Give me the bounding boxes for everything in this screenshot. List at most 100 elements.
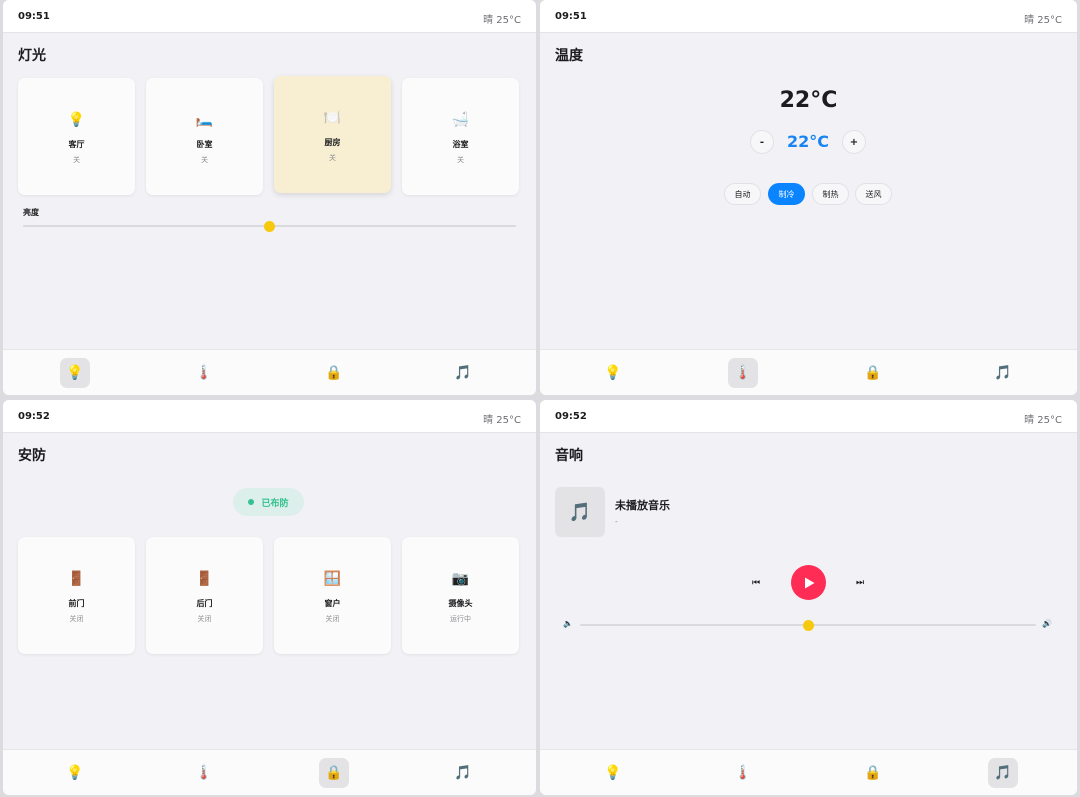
room-state: 关 [201,156,208,164]
room-name: 浴室 [452,140,469,149]
tab-music[interactable]: 🎵 [988,758,1018,788]
device-state: 关闭 [197,615,212,623]
clock: 09:52 [555,411,587,422]
mode-auto-button[interactable]: 自动 [724,183,761,205]
room-name: 客厅 [68,140,85,149]
tab-temperature[interactable]: 🌡️ [728,758,758,788]
device-name: 后门 [196,599,213,608]
armed-status-text: 已布防 [261,498,289,509]
thermometer-icon: 🌡️ [195,365,213,381]
mode-cool-button[interactable]: 制冷 [768,183,805,205]
album-cover: 🎵 [555,487,605,537]
room-state: 关 [329,154,336,162]
music-note-icon: 🎵 [454,365,472,381]
camera-icon: 📷 [451,571,470,587]
brightness-slider[interactable] [23,220,516,232]
tab-temperature[interactable]: 🌡️ [189,758,219,788]
device-card-back-door[interactable]: 🚪 后门 关闭 [146,537,263,654]
plate-icon: 🍽️ [323,110,342,126]
room-name: 卧室 [196,140,213,149]
tab-lights[interactable]: 💡 [598,758,628,788]
device-state: 关闭 [69,615,84,623]
light-card-bathroom[interactable]: 🛁 浴室 关 [402,78,519,195]
device-name: 前门 [68,599,85,608]
music-note-icon: 🎵 [454,765,472,781]
room-name: 厨房 [324,138,341,147]
tab-lights[interactable]: 💡 [60,758,90,788]
tab-security[interactable]: 🔒 [319,358,349,388]
lights-screen: 09:51 晴 25°C 灯光 💡 客厅 关 🛏️ 卧室 关 🍽️ 厨房 关 🛁… [3,0,536,395]
clock: 09:51 [555,11,587,22]
mode-fan-button[interactable]: 送风 [855,183,892,205]
tab-security[interactable]: 🔒 [858,358,888,388]
thermometer-icon: 🌡️ [734,765,752,781]
bottom-tab-bar: 💡 🌡️ 🔒 🎵 [540,349,1077,395]
bulb-icon: 💡 [604,365,622,381]
decrease-temp-button[interactable]: - [750,130,774,154]
previous-track-button[interactable]: ⏮ [746,575,766,591]
page-title: 安防 [18,448,46,464]
bulb-icon: 💡 [66,765,84,781]
music-note-icon: 🎵 [568,501,592,523]
thermometer-icon: 🌡️ [195,765,213,781]
brightness-slider-thumb[interactable] [264,220,275,232]
lock-icon: 🔒 [864,365,882,381]
tab-security[interactable]: 🔒 [319,758,349,788]
light-card-bedroom[interactable]: 🛏️ 卧室 关 [146,78,263,195]
device-name: 摄像头 [448,599,473,608]
weather-readout: 晴 25°C [483,415,521,426]
page-title: 音响 [555,448,583,464]
play-button[interactable] [791,565,826,600]
device-card-window[interactable]: 🪟 窗户 关闭 [274,537,391,654]
song-artist: - [615,517,618,526]
weather-readout: 晴 25°C [1024,15,1062,26]
lock-icon: 🔒 [325,765,343,781]
bottom-tab-bar: 💡 🌡️ 🔒 🎵 [3,749,536,795]
volume-slider[interactable] [580,619,1036,631]
volume-high-icon: 🔊 [1042,619,1052,628]
temperature-screen: 09:51 晴 25°C 温度 22°C - 22°C + 自动 制冷 制热 送… [540,0,1077,395]
status-bar: 09:51 晴 25°C [540,0,1077,33]
security-screen: 09:52 晴 25°C 安防 已布防 🚪 前门 关闭 🚪 后门 关闭 🪟 窗户… [3,400,536,795]
bottom-tab-bar: 💡 🌡️ 🔒 🎵 [540,749,1077,795]
weather-readout: 晴 25°C [483,15,521,26]
device-state: 关闭 [325,615,340,623]
volume-slider-thumb[interactable] [802,619,814,631]
tab-lights[interactable]: 💡 [598,358,628,388]
room-state: 关 [457,156,464,164]
bulb-icon: 💡 [604,765,622,781]
light-card-kitchen[interactable]: 🍽️ 厨房 关 [274,76,391,193]
tab-temperature[interactable]: 🌡️ [189,358,219,388]
window-icon: 🪟 [323,571,342,587]
status-dot-icon [248,499,255,505]
bulb-icon: 💡 [66,365,84,381]
mode-heat-button[interactable]: 制热 [812,183,849,205]
device-state: 运行中 [450,615,471,623]
page-title: 温度 [555,48,583,64]
lock-icon: 🔒 [325,365,343,381]
device-card-front-door[interactable]: 🚪 前门 关闭 [18,537,135,654]
increase-temp-button[interactable]: + [842,130,866,154]
light-card-living-room[interactable]: 💡 客厅 关 [18,78,135,195]
tab-music[interactable]: 🎵 [988,358,1018,388]
tab-music[interactable]: 🎵 [448,758,478,788]
tab-security[interactable]: 🔒 [858,758,888,788]
music-note-icon: 🎵 [994,365,1012,381]
tab-lights[interactable]: 💡 [60,358,90,388]
bed-icon: 🛏️ [195,112,214,128]
room-state: 关 [73,156,80,164]
weather-readout: 晴 25°C [1024,415,1062,426]
tab-music[interactable]: 🎵 [448,358,478,388]
device-name: 窗户 [324,599,341,608]
device-card-camera[interactable]: 📷 摄像头 运行中 [402,537,519,654]
current-temperature: 22°C [779,88,838,113]
bottom-tab-bar: 💡 🌡️ 🔒 🎵 [3,349,536,395]
next-track-button[interactable]: ⏭ [850,575,870,591]
music-screen: 09:52 晴 25°C 音响 🎵 未播放音乐 - ⏮ ⏭ 🔈 🔊 💡 🌡️ 🔒… [540,400,1077,795]
clock: 09:51 [18,11,50,22]
page-title: 灯光 [18,48,46,64]
door-icon: 🚪 [67,571,86,587]
clock: 09:52 [18,411,50,422]
tab-temperature[interactable]: 🌡️ [728,358,758,388]
door-icon: 🚪 [195,571,214,587]
